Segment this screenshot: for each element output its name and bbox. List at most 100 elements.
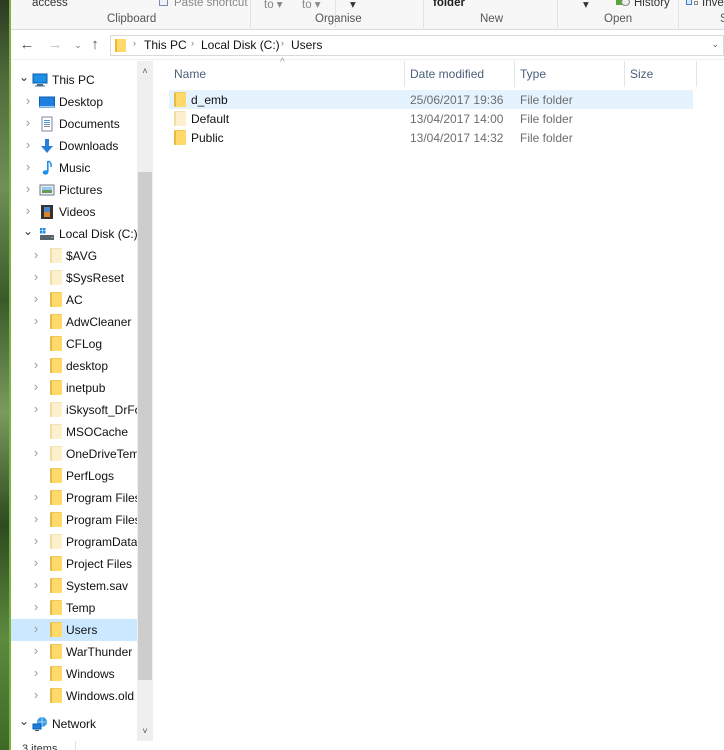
scrollbar-thumb[interactable] [138, 172, 152, 680]
chevron-right-icon[interactable]: › [31, 401, 41, 416]
nav-item-desktop[interactable]: › Desktop [11, 91, 137, 113]
breadcrumb-separator[interactable]: › [191, 38, 194, 48]
back-button[interactable]: ← [18, 36, 36, 54]
nav-item-pictures[interactable]: › Pictures [11, 179, 137, 201]
nav-item-desktop[interactable]: › desktop [11, 355, 137, 377]
chevron-right-icon[interactable]: › [23, 115, 33, 130]
nav-item-label: Pictures [59, 183, 103, 197]
file-row[interactable]: d_emb 25/06/2017 19:36 File folder [169, 90, 693, 109]
breadcrumb-separator[interactable]: › [133, 38, 136, 48]
chevron-down-icon[interactable]: ⌄ [23, 224, 33, 238]
file-row[interactable]: Public 13/04/2017 14:32 File folder [169, 128, 693, 147]
chevron-right-icon[interactable]: › [31, 665, 41, 680]
nav-item-music[interactable]: › Music [11, 157, 137, 179]
address-bar[interactable]: › This PC › Local Disk (C:) › Users ⌄ [110, 35, 724, 56]
chevron-right-icon[interactable]: › [23, 181, 33, 196]
chevron-right-icon[interactable]: › [31, 247, 41, 262]
navigation-pane-scrollbar[interactable]: ˄ ˅ [137, 61, 153, 741]
breadcrumb-this-pc[interactable]: This PC [144, 38, 187, 52]
chevron-right-icon[interactable]: › [31, 533, 41, 548]
nav-item-windows[interactable]: › Windows [11, 663, 137, 685]
nav-item-programdata[interactable]: › ProgramData [11, 531, 137, 553]
chevron-right-icon[interactable]: › [23, 137, 33, 152]
pictures-icon [39, 182, 55, 198]
chevron-down-icon[interactable]: ⌄ [19, 70, 29, 84]
chevron-right-icon[interactable]: › [31, 291, 41, 306]
chevron-right-icon[interactable]: › [31, 511, 41, 526]
nav-item-users[interactable]: › Users [11, 619, 137, 641]
breadcrumb-separator[interactable]: › [281, 38, 284, 48]
chevron-down-icon[interactable]: ⌄ [19, 714, 29, 728]
nav-item-local-disk-c[interactable]: ⌄ Local Disk (C:) [11, 223, 137, 245]
nav-item-system-sav[interactable]: › System.sav [11, 575, 137, 597]
nav-item-msocache[interactable]: MSOCache [11, 421, 137, 443]
chevron-right-icon[interactable]: › [31, 269, 41, 284]
nav-item-sysreset[interactable]: › $SysReset [11, 267, 137, 289]
nav-item-label: Music [59, 161, 91, 175]
nav-item-adwcleaner[interactable]: › AdwCleaner [11, 311, 137, 333]
chevron-right-icon[interactable]: › [31, 621, 41, 636]
nav-item-project-files[interactable]: › Project Files [11, 553, 137, 575]
ribbon-open-dropdown[interactable]: ▾ [583, 0, 589, 11]
address-dropdown-button[interactable]: ⌄ [711, 39, 719, 50]
nav-item-label: Downloads [59, 139, 119, 153]
nav-item-program-files[interactable]: › Program Files [11, 487, 137, 509]
chevron-right-icon[interactable]: › [23, 203, 33, 218]
nav-item-videos[interactable]: › Videos [11, 201, 137, 223]
breadcrumb-users[interactable]: Users [291, 38, 322, 52]
file-row[interactable]: Default 13/04/2017 14:00 File folder [169, 109, 693, 128]
nav-item-ac[interactable]: › AC [11, 289, 137, 311]
nav-item-this-pc[interactable]: ⌄ This PC [11, 69, 137, 91]
ribbon-invert-selection-button[interactable]: Inver [702, 0, 724, 9]
column-header-date-modified[interactable]: Date modified [405, 61, 515, 87]
ribbon-copy-access-label[interactable]: access [32, 0, 68, 9]
nav-item-label: $AVG [66, 249, 98, 263]
nav-item-label: Network [52, 717, 97, 731]
nav-item-label: Project Files [66, 557, 133, 571]
chevron-right-icon[interactable]: › [31, 379, 41, 394]
nav-item-downloads[interactable]: › Downloads [11, 135, 137, 157]
nav-item-label: Program Files (x86) [66, 513, 137, 527]
chevron-right-icon[interactable]: › [31, 445, 41, 460]
folder-icon [174, 130, 186, 145]
chevron-right-icon[interactable]: › [31, 577, 41, 592]
nav-item-documents[interactable]: › Documents [11, 113, 137, 135]
nav-item-warthunder[interactable]: › WarThunder [11, 641, 137, 663]
scroll-down-button[interactable]: ˅ [137, 723, 153, 739]
scroll-up-button[interactable]: ˄ [137, 63, 153, 79]
nav-item-cflog[interactable]: CFLog [11, 333, 137, 355]
chevron-right-icon[interactable]: › [23, 159, 33, 174]
nav-item-iskysoft-drfone[interactable]: › iSkysoft_DrFone [11, 399, 137, 421]
column-header-size[interactable]: Size [625, 61, 697, 87]
chevron-right-icon[interactable]: › [31, 555, 41, 570]
chevron-right-icon[interactable]: › [31, 489, 41, 504]
chevron-right-icon[interactable]: › [31, 313, 41, 328]
nav-item-inetpub[interactable]: › inetpub [11, 377, 137, 399]
ribbon-rename-dropdown[interactable]: ▾ [350, 0, 356, 11]
column-header-name[interactable]: Name [169, 61, 405, 87]
nav-item-temp[interactable]: › Temp [11, 597, 137, 619]
nav-item-windows-old[interactable]: › Windows.old [11, 685, 137, 707]
chevron-right-icon[interactable]: › [31, 643, 41, 658]
chevron-right-icon[interactable]: › [31, 687, 41, 702]
up-button[interactable]: ↑ [86, 36, 104, 54]
nav-item-avg[interactable]: › $AVG [11, 245, 137, 267]
ribbon-paste-shortcut-button[interactable]: Paste shortcut [174, 0, 248, 9]
breadcrumb-local-disk[interactable]: Local Disk (C:) [201, 38, 280, 52]
nav-item-network[interactable]: ⌄ Network [11, 713, 137, 735]
recent-locations-button[interactable]: ⌄ [69, 36, 87, 54]
nav-item-onedrivetemp[interactable]: › OneDriveTemp [11, 443, 137, 465]
ribbon-history-button[interactable]: History [634, 0, 670, 9]
chevron-right-icon[interactable]: › [23, 93, 33, 108]
nav-item-perflogs[interactable]: PerfLogs [11, 465, 137, 487]
column-header-type[interactable]: Type [515, 61, 625, 87]
folder-icon [48, 578, 64, 594]
ribbon-copy-to-button[interactable]: to ▾ [302, 0, 321, 11]
chevron-right-icon[interactable]: › [31, 357, 41, 372]
chevron-right-icon[interactable]: › [31, 599, 41, 614]
folder-icon [48, 402, 64, 418]
ribbon-move-to-button[interactable]: to ▾ [264, 0, 283, 11]
nav-item-program-files-x86[interactable]: › Program Files (x86) [11, 509, 137, 531]
ribbon-new-folder-button[interactable]: folder [433, 0, 465, 9]
forward-button[interactable]: → [46, 36, 64, 54]
